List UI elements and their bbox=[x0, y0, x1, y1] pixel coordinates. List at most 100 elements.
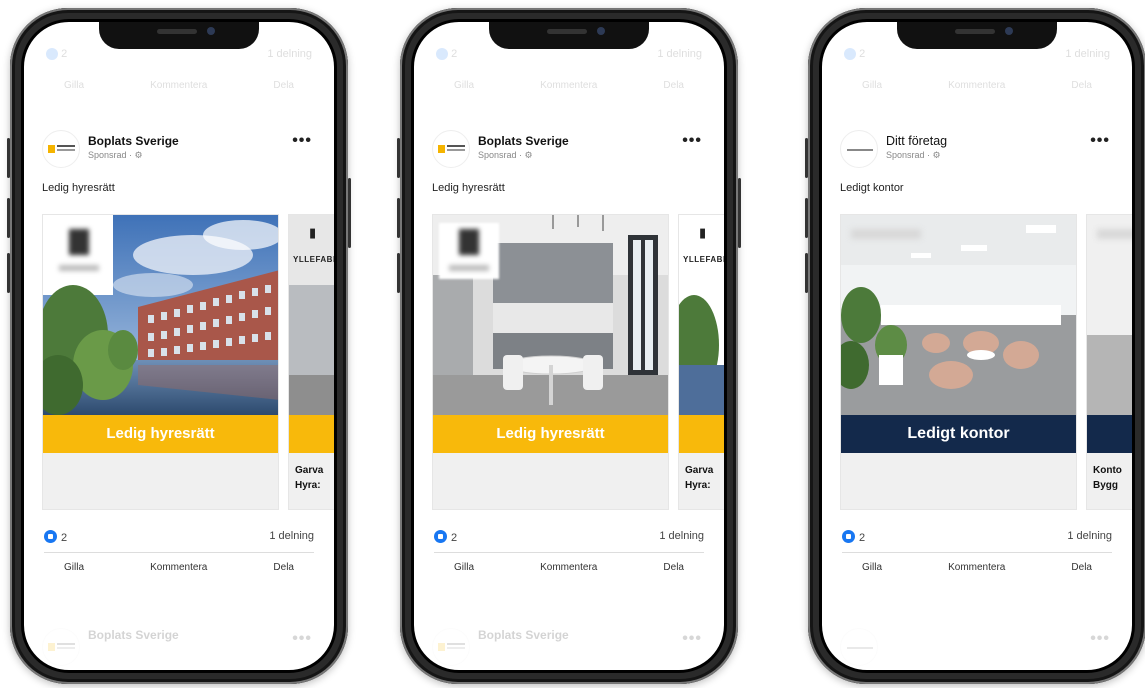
blurred-brand-logo bbox=[851, 229, 921, 239]
post-actions: Gilla Kommentera Dela bbox=[862, 562, 1092, 573]
post-actions: Gilla Kommentera Dela bbox=[454, 562, 684, 573]
ad-carousel[interactable]: Ledig hyresrätt ▮ YLLEFABRIKEN Garva Hyr… bbox=[432, 214, 724, 514]
next-post-header: ••• bbox=[840, 626, 1114, 666]
carousel-card[interactable]: Ledig hyresrätt bbox=[432, 214, 669, 510]
comment-button[interactable]: Kommentera bbox=[150, 80, 207, 91]
ad-banner-label[interactable]: Ledigt kontor bbox=[841, 415, 1076, 453]
post-stats: 2 1 delning bbox=[434, 530, 704, 546]
carousel-card-next[interactable]: ▮ YLLEFABRIKEN Garva Hyra: bbox=[678, 214, 724, 510]
next-card-caption: Konto Bygg bbox=[1093, 465, 1122, 491]
phone-notch bbox=[99, 22, 259, 49]
like-button[interactable]: Gilla bbox=[862, 80, 882, 91]
share-count[interactable]: 1 delning bbox=[659, 530, 704, 542]
like-count[interactable]: 2 bbox=[842, 530, 865, 544]
more-options-icon[interactable]: ••• bbox=[292, 132, 312, 150]
like-button[interactable]: Gilla bbox=[64, 562, 84, 573]
post-text: Ledigt kontor bbox=[840, 182, 904, 194]
comment-button[interactable]: Kommentera bbox=[948, 562, 1005, 573]
phone-mockup-3: 2 1 delning Gilla Kommentera Dela Ditt fö… bbox=[805, 8, 1145, 684]
like-count[interactable]: 2 bbox=[434, 530, 457, 544]
page-avatar[interactable] bbox=[42, 130, 80, 168]
ad-banner-label-next bbox=[679, 415, 724, 453]
phone-mockup-1: 2 1 delning Gilla Kommentera Dela Boplats… bbox=[7, 8, 351, 684]
divider bbox=[434, 552, 704, 553]
share-count: 1 delning bbox=[267, 48, 312, 60]
comment-button[interactable]: Kommentera bbox=[150, 562, 207, 573]
ad-carousel[interactable]: Ledigt kontor Konto Bygg bbox=[840, 214, 1132, 514]
post-header: Boplats Sverige Sponsrad · ⚙ ••• bbox=[432, 128, 706, 168]
page-avatar bbox=[42, 628, 80, 666]
share-count[interactable]: 1 delning bbox=[269, 530, 314, 542]
ad-banner-label-next bbox=[289, 415, 334, 453]
next-post-page-name: Boplats Sverige bbox=[478, 628, 569, 642]
phone-notch bbox=[897, 22, 1057, 49]
like-reaction-icon bbox=[46, 48, 58, 61]
post-stats: 2 1 delning bbox=[842, 530, 1112, 546]
page-name[interactable]: Ditt företag bbox=[886, 134, 947, 148]
blurred-brand-logo bbox=[439, 223, 499, 279]
comment-button[interactable]: Kommentera bbox=[540, 562, 597, 573]
share-button[interactable]: Dela bbox=[663, 80, 684, 91]
divider bbox=[842, 552, 1112, 553]
phone-screen: 2 1 delning Gilla Kommentera Dela Ditt fö… bbox=[819, 19, 1135, 673]
page-avatar[interactable] bbox=[432, 130, 470, 168]
like-count: 2 bbox=[451, 48, 458, 60]
post-header: Ditt företag Sponsrad · ⚙ ••• bbox=[840, 128, 1114, 168]
comment-button[interactable]: Kommentera bbox=[540, 80, 597, 91]
share-count: 1 delning bbox=[657, 48, 702, 60]
sponsored-label: Sponsrad · ⚙ bbox=[886, 150, 941, 160]
page-avatar bbox=[840, 628, 878, 666]
more-options-icon: ••• bbox=[1090, 630, 1110, 647]
next-post-page-name: Boplats Sverige bbox=[88, 628, 179, 642]
like-reaction-icon bbox=[434, 530, 447, 543]
like-button[interactable]: Gilla bbox=[64, 80, 84, 91]
like-reaction-icon bbox=[842, 530, 855, 543]
share-button[interactable]: Dela bbox=[1071, 80, 1092, 91]
like-button[interactable]: Gilla bbox=[454, 80, 474, 91]
share-button[interactable]: Dela bbox=[663, 562, 684, 573]
page-name[interactable]: Boplats Sverige bbox=[88, 134, 179, 148]
sponsored-label: Sponsrad · ⚙ bbox=[88, 150, 143, 160]
post-header: Boplats Sverige Sponsrad · ⚙ ••• bbox=[42, 128, 316, 168]
post-text: Ledig hyresrätt bbox=[42, 182, 115, 194]
carousel-card-next[interactable]: Konto Bygg bbox=[1086, 214, 1132, 510]
kitchen-photo bbox=[433, 215, 668, 415]
next-card-logo-text: YLLEFABRIKEN bbox=[293, 255, 334, 264]
share-button[interactable]: Dela bbox=[1071, 562, 1092, 573]
share-button[interactable]: Dela bbox=[273, 80, 294, 91]
share-count[interactable]: 1 delning bbox=[1067, 530, 1112, 542]
ad-carousel[interactable]: Ledig hyresrätt ▮ YLLEFABRIKEN Garva Hyr… bbox=[42, 214, 334, 514]
share-button[interactable]: Dela bbox=[273, 562, 294, 573]
carousel-card-next[interactable]: ▮ YLLEFABRIKEN Garva Hyra: bbox=[288, 214, 334, 510]
like-count[interactable]: 2 bbox=[44, 530, 67, 544]
next-post-header: Boplats Sverige ••• bbox=[42, 626, 316, 666]
ad-banner-label[interactable]: Ledig hyresrätt bbox=[43, 415, 278, 453]
like-count: 2 bbox=[859, 48, 866, 60]
ad-banner-label-next bbox=[1087, 415, 1132, 453]
carousel-card[interactable]: Ledigt kontor bbox=[840, 214, 1077, 510]
more-options-icon: ••• bbox=[292, 630, 312, 647]
phone-screen: 2 1 delning Gilla Kommentera Dela Boplats… bbox=[21, 19, 337, 673]
office-photo-next bbox=[1087, 215, 1132, 415]
like-button[interactable]: Gilla bbox=[862, 562, 882, 573]
more-options-icon[interactable]: ••• bbox=[1090, 132, 1110, 150]
page-avatar[interactable] bbox=[840, 130, 878, 168]
page-avatar bbox=[432, 628, 470, 666]
more-options-icon[interactable]: ••• bbox=[682, 132, 702, 150]
ad-banner-label[interactable]: Ledig hyresrätt bbox=[433, 415, 668, 453]
next-card-caption: Garva Hyra: bbox=[295, 465, 324, 491]
phone-mockup-2: 2 1 delning Gilla Kommentera Dela Boplats… bbox=[397, 8, 741, 684]
next-card-caption: Garva Hyra: bbox=[685, 465, 714, 491]
post-stats: 2 1 delning bbox=[44, 530, 314, 546]
comment-button[interactable]: Kommentera bbox=[948, 80, 1005, 91]
yllefabriken-logo-icon: ▮ bbox=[699, 225, 707, 240]
like-count: 2 bbox=[61, 48, 68, 60]
blurred-brand-logo bbox=[49, 223, 109, 279]
like-button[interactable]: Gilla bbox=[454, 562, 474, 573]
carousel-card[interactable]: Ledig hyresrätt bbox=[42, 214, 279, 510]
yllefabriken-logo-icon: ▮ bbox=[309, 225, 317, 240]
page-name[interactable]: Boplats Sverige bbox=[478, 134, 569, 148]
like-reaction-icon bbox=[844, 48, 856, 61]
more-options-icon: ••• bbox=[682, 630, 702, 647]
phone-screen: 2 1 delning Gilla Kommentera Dela Boplats… bbox=[411, 19, 727, 673]
